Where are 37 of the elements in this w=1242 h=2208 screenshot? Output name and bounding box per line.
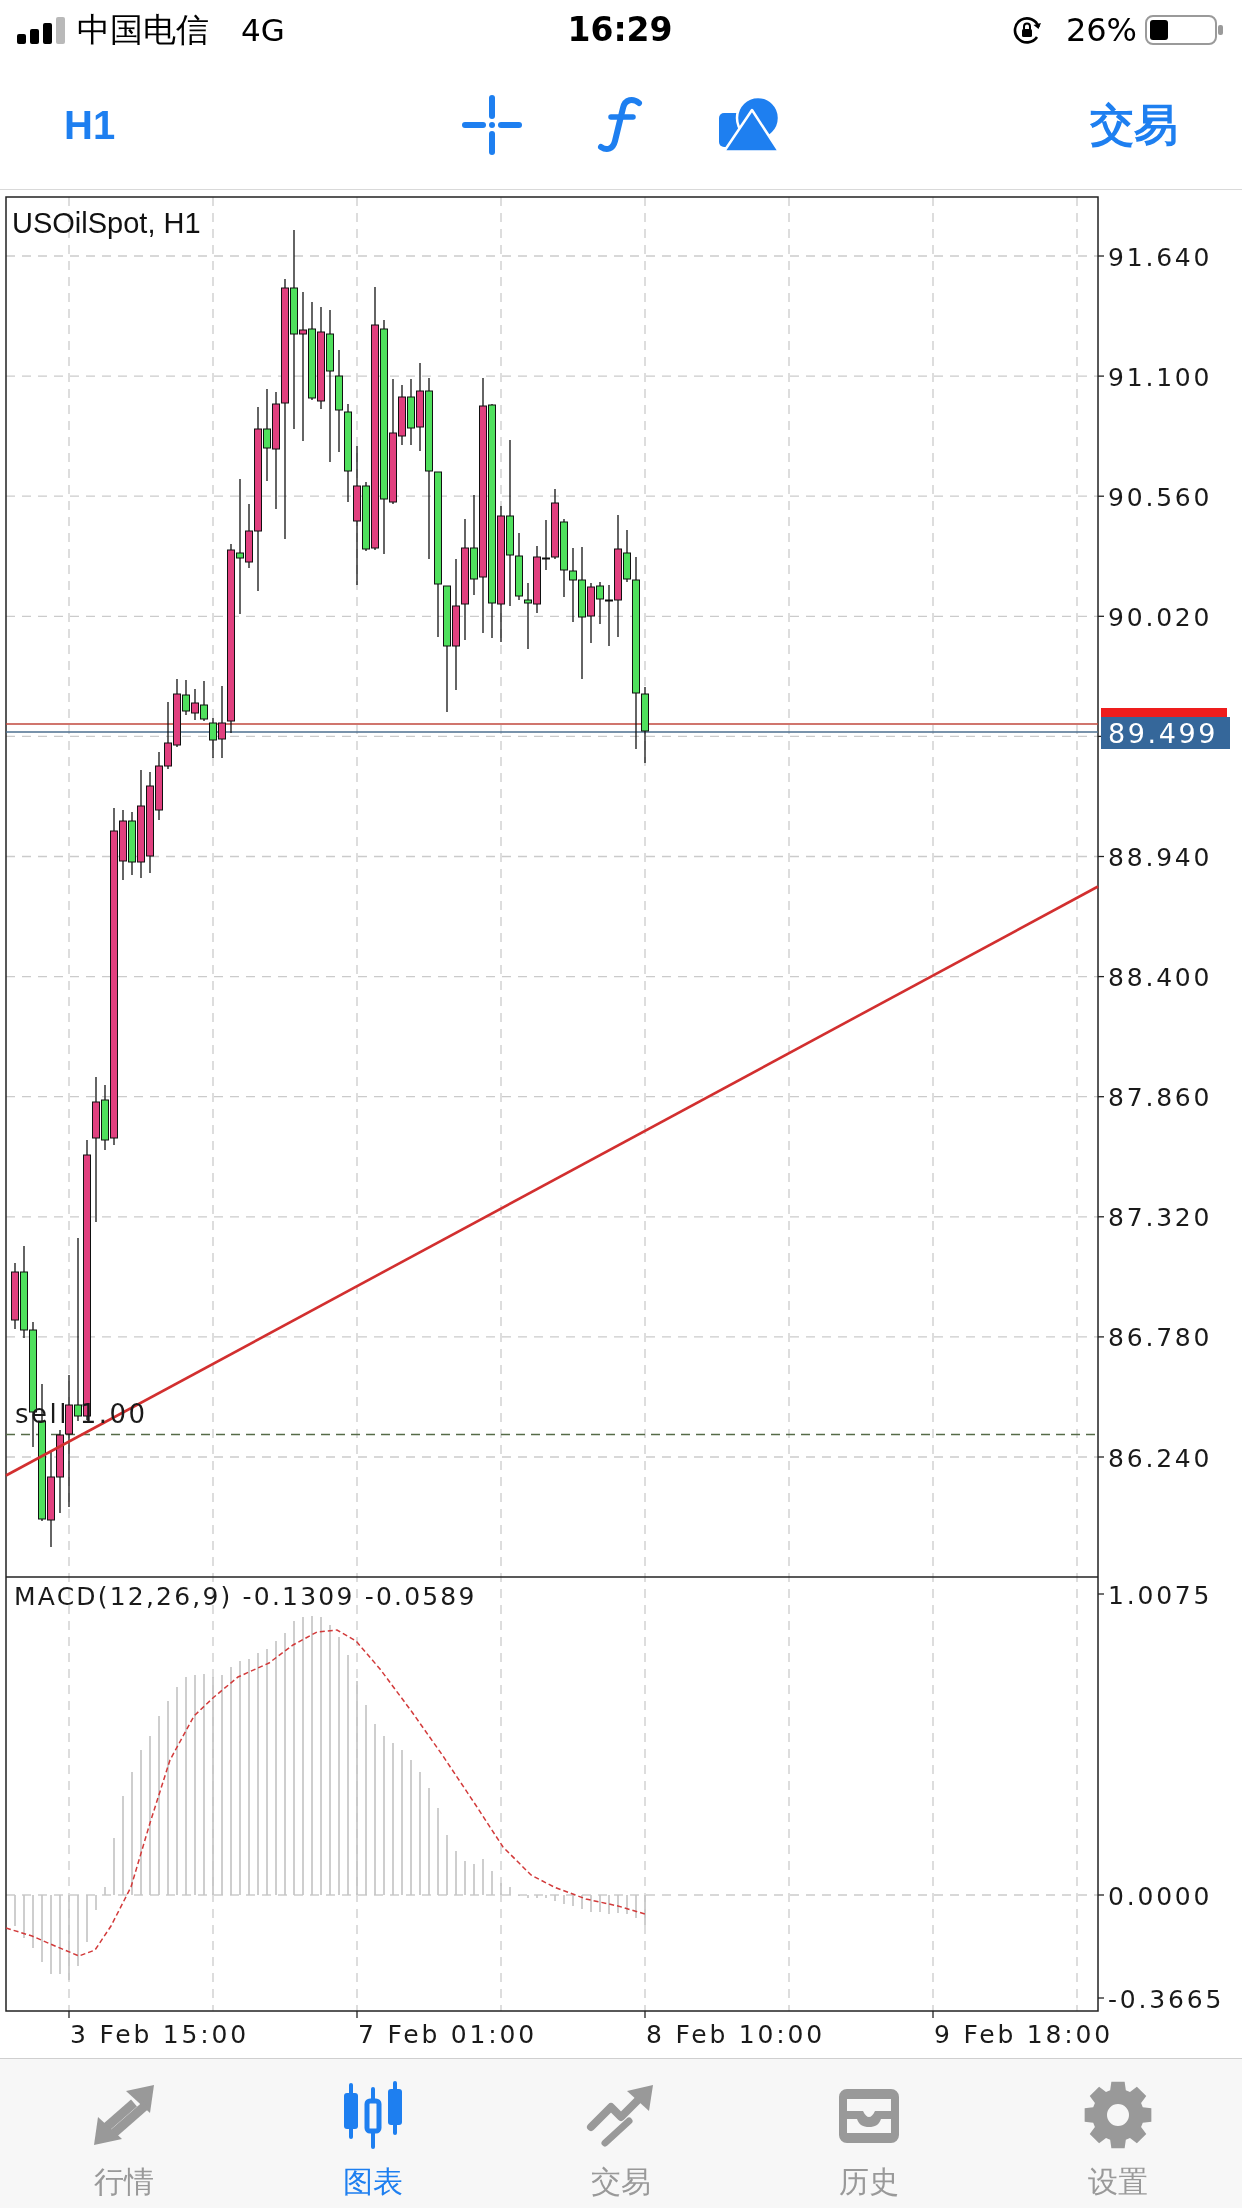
chart-title: USOilSpot, H1 <box>12 207 201 239</box>
time-axis-label: 9 Feb 18:00 <box>934 2020 1113 2049</box>
macd-label: MACD(12,26,9) -0.1309 -0.0589 <box>14 1582 477 1611</box>
macd-axis-label: 0.0000 <box>1108 1881 1213 1911</box>
time-axis-label: 3 Feb 15:00 <box>70 2020 249 2049</box>
rotation-lock-icon <box>1011 15 1042 45</box>
tab-item[interactable]: 交易 <box>579 2059 663 2208</box>
trade-button[interactable]: 交易 <box>1088 99 1180 150</box>
shapes-icon[interactable] <box>717 96 781 153</box>
carrier-name: 中国电信 <box>77 10 209 50</box>
price-axis-label: 87.320 <box>1108 1203 1213 1233</box>
price-axis-label: 88.940 <box>1108 843 1213 872</box>
crosshair-icon[interactable] <box>461 94 522 155</box>
price-axis-label: 91.640 <box>1108 242 1213 272</box>
price-axis-label: 90.560 <box>1108 482 1213 512</box>
signal-strength-icon <box>17 16 65 44</box>
function-icon[interactable] <box>596 96 643 153</box>
clock-time: 16:29 <box>567 10 673 50</box>
price-axis-label: 86.240 <box>1108 1443 1213 1473</box>
battery-percent: 26% <box>1065 10 1137 50</box>
price-axis-label: 87.860 <box>1108 1083 1213 1113</box>
network-type: 4G <box>241 11 285 50</box>
battery-icon <box>1145 15 1223 45</box>
tab-item[interactable]: 历史 <box>827 2059 912 2208</box>
price-axis-label: 86.780 <box>1108 1323 1213 1353</box>
tab-item[interactable]: 图表 <box>330 2059 415 2208</box>
price-axis-label: 88.400 <box>1108 963 1213 993</box>
timeframe-button[interactable]: H1 <box>62 101 118 148</box>
time-axis-label: 7 Feb 01:00 <box>358 2020 537 2049</box>
price-axis-label: 90.020 <box>1108 602 1213 632</box>
tab-item[interactable]: 设置 <box>1075 2059 1160 2208</box>
price-axis-label: 91.100 <box>1108 362 1213 392</box>
tab-item[interactable]: 行情 <box>82 2059 167 2208</box>
bid-price-tag: 89.499 <box>1101 717 1230 749</box>
time-axis-label: 8 Feb 10:00 <box>646 2020 825 2049</box>
macd-axis-label: 1.0075 <box>1108 1580 1213 1610</box>
macd-axis-label: -0.3665 <box>1108 1984 1225 2014</box>
